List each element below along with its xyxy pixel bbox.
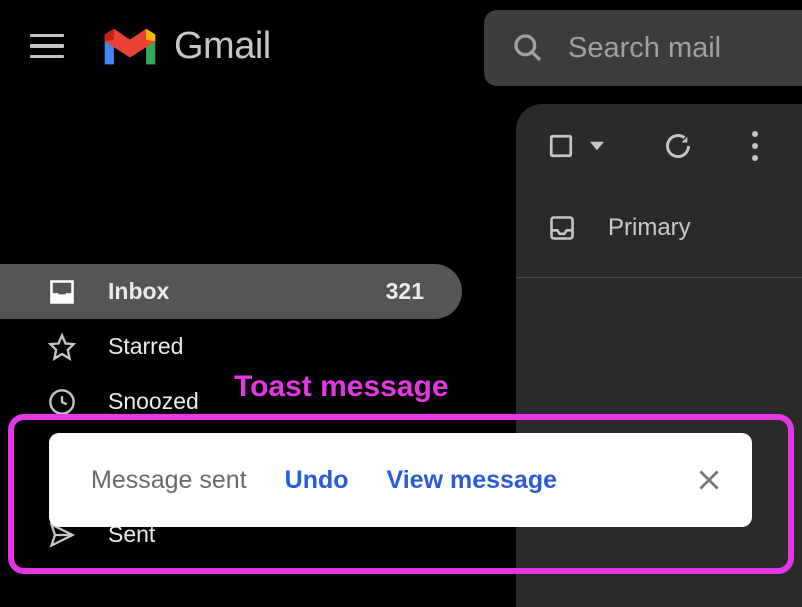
- gmail-logo[interactable]: Gmail: [100, 23, 271, 69]
- tab-primary-label: Primary: [608, 214, 691, 242]
- close-icon: [696, 467, 722, 493]
- sidebar-item-label: Starred: [108, 333, 462, 360]
- search-placeholder: Search mail: [568, 32, 721, 65]
- search-bar[interactable]: Search mail: [484, 10, 802, 86]
- sidebar-item-count: 321: [386, 278, 424, 305]
- sidebar-item-label: Inbox: [108, 278, 386, 305]
- star-icon: [48, 333, 76, 361]
- close-button[interactable]: [696, 467, 722, 493]
- inbox-tab-icon: [548, 214, 576, 242]
- sidebar-item-inbox[interactable]: Inbox 321: [0, 264, 462, 319]
- toolbar: [516, 104, 802, 188]
- select-all-checkbox[interactable]: [548, 133, 574, 159]
- view-message-button[interactable]: View message: [387, 466, 557, 495]
- tab-primary[interactable]: Primary: [516, 208, 802, 278]
- app-name: Gmail: [174, 25, 271, 68]
- clock-icon: [48, 388, 76, 416]
- search-icon: [512, 32, 544, 64]
- hamburger-menu-icon[interactable]: [30, 34, 64, 58]
- refresh-icon[interactable]: [664, 132, 692, 160]
- inbox-icon: [48, 278, 76, 306]
- gmail-logo-icon: [100, 23, 160, 69]
- sidebar-item-starred[interactable]: Starred: [0, 319, 462, 374]
- undo-button[interactable]: Undo: [285, 466, 349, 495]
- toast: Message sent Undo View message: [49, 433, 752, 527]
- select-dropdown-icon[interactable]: [590, 139, 604, 153]
- toast-message: Message sent: [91, 466, 247, 495]
- annotation-label: Toast message: [234, 370, 449, 404]
- more-icon[interactable]: [752, 131, 758, 161]
- main-pane: Primary: [516, 104, 802, 607]
